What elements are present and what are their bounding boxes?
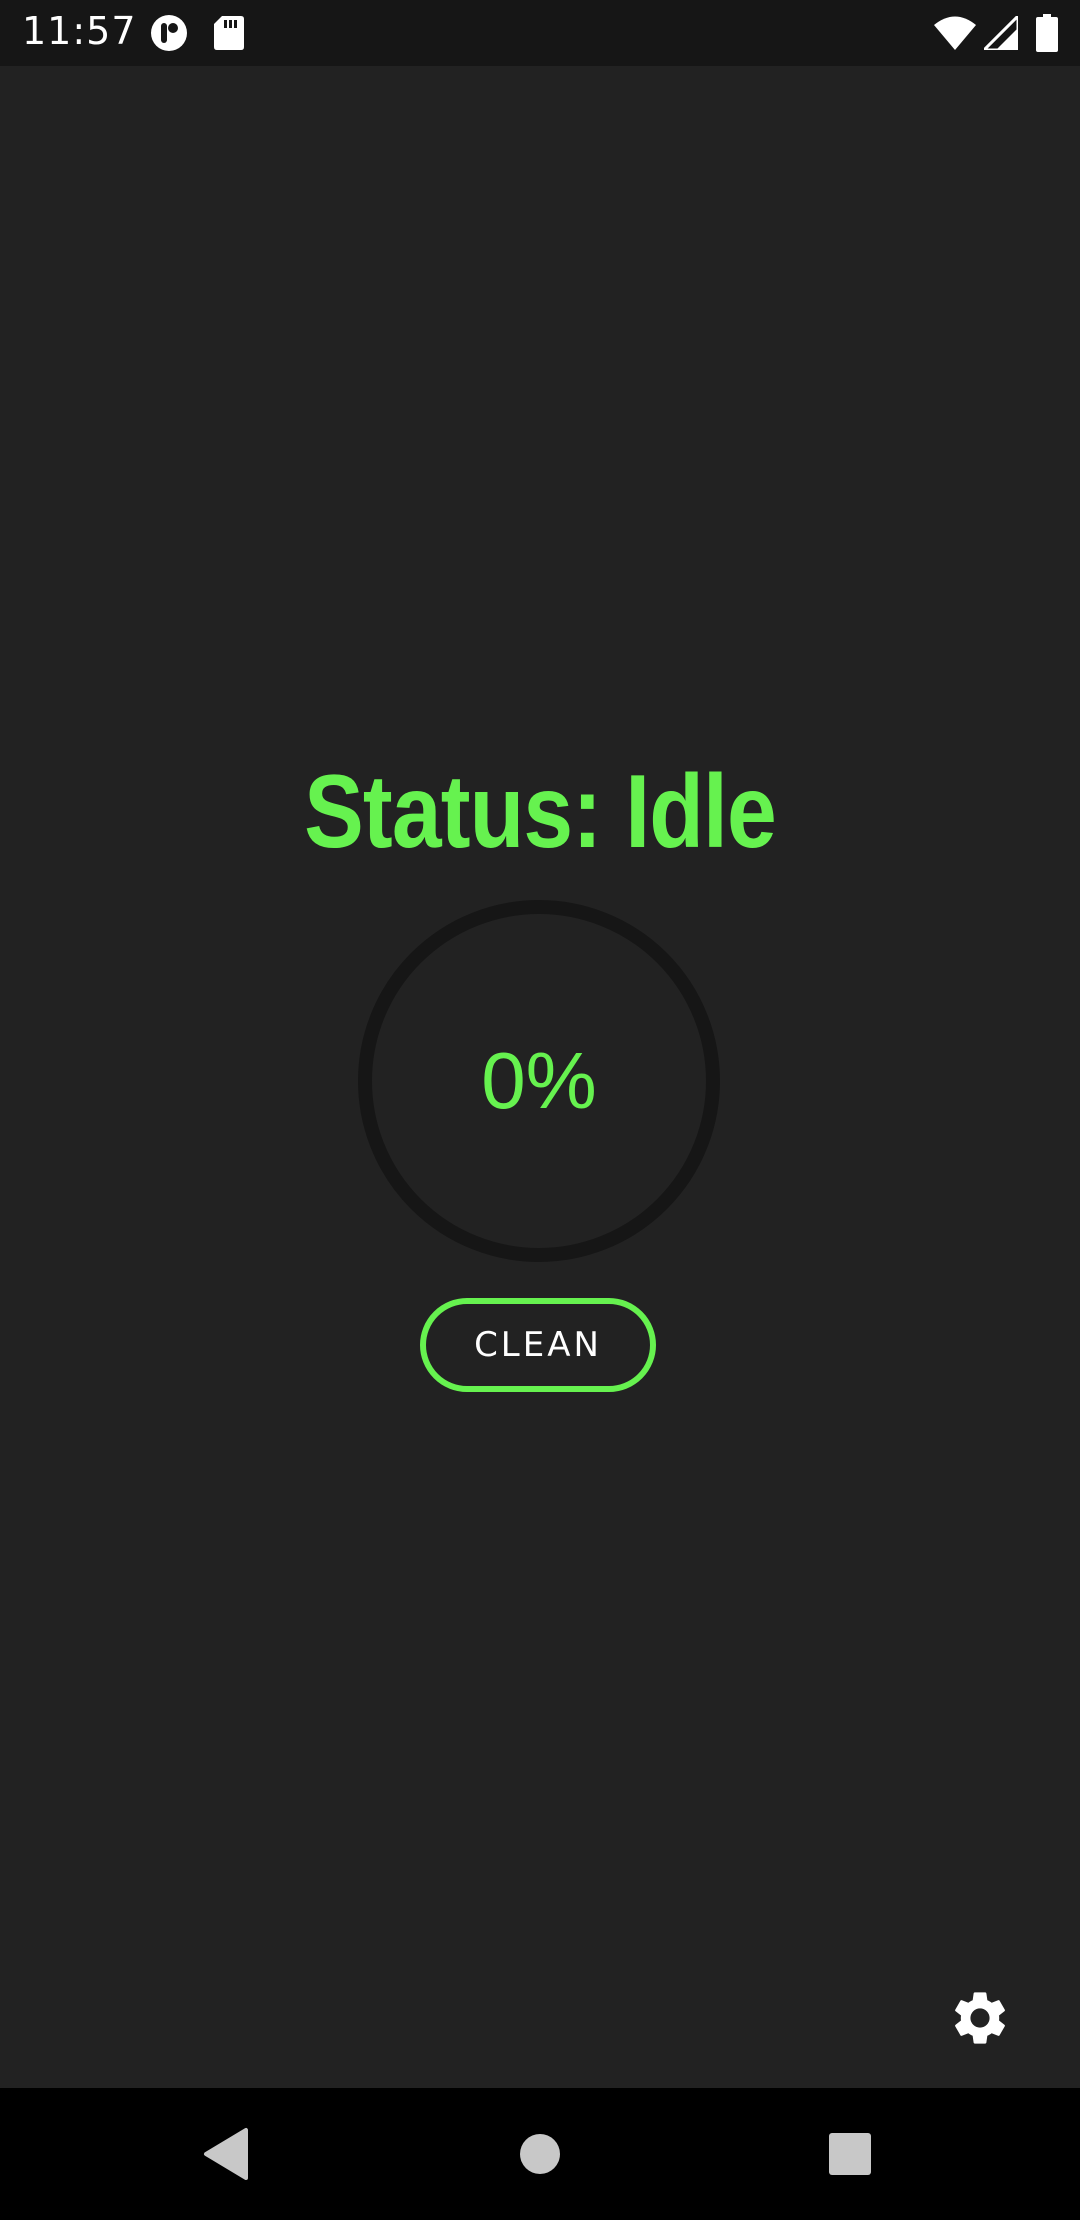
clean-button[interactable]: CLEAN — [420, 1298, 656, 1392]
recents-icon[interactable] — [812, 2116, 888, 2192]
status-time: 11:57 — [22, 9, 137, 53]
battery-icon — [1036, 14, 1058, 57]
cellular-signal-icon — [980, 12, 1020, 55]
back-icon[interactable] — [188, 2116, 264, 2192]
app-screen: 11:57 Status: Idle 0% CLEAN — [0, 0, 1080, 2220]
sd-card-icon — [214, 16, 244, 55]
home-icon[interactable] — [502, 2116, 578, 2192]
wifi-icon — [934, 16, 976, 55]
status-bar: 11:57 — [0, 0, 1080, 66]
progress-percentage: 0% — [481, 1036, 597, 1125]
app-notification-icon — [150, 14, 188, 57]
navigation-bar — [0, 2088, 1080, 2220]
gear-icon[interactable] — [948, 1986, 1012, 2050]
status-title: Status: Idle — [304, 754, 777, 870]
